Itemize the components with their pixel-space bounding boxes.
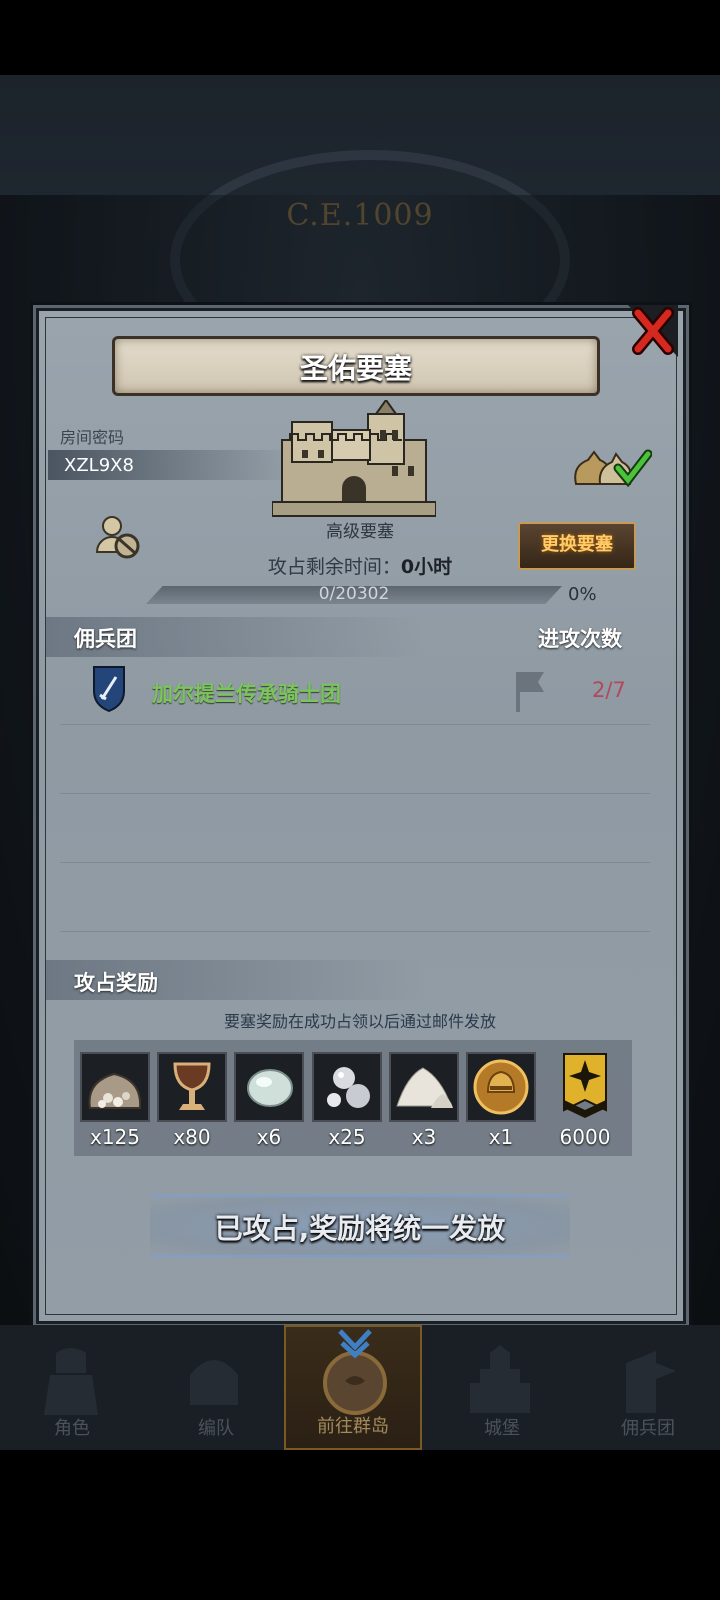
nav-label: 角色 (54, 1418, 90, 1439)
nav-label: 城堡 (484, 1418, 520, 1439)
dialog-title: 圣佑要塞 (299, 352, 412, 385)
nav-item-mercenary[interactable]: 佣兵团 (576, 1325, 720, 1450)
pearls-icon (327, 1067, 370, 1108)
row-divider (60, 724, 650, 725)
knight-helmet-medal-icon (473, 1059, 529, 1115)
nav-item-formation[interactable]: 编队 (144, 1325, 288, 1450)
reward-note: 要塞奖励在成功占领以后通过邮件发放 (223, 1012, 496, 1031)
room-code-value: XZL9X8 (64, 455, 134, 476)
nav-item-islands[interactable]: 前往群岛 (284, 1325, 422, 1450)
capture-progress-text: 0/20302 (318, 584, 390, 604)
reward-header: 攻占奖励 (74, 971, 158, 995)
reward-count: x25 (328, 1125, 366, 1149)
close-button[interactable] (628, 305, 678, 357)
mercenary-name: 加尔提兰传承骑士团 (152, 682, 341, 706)
flag-icon (516, 672, 544, 712)
status-bar (0, 0, 720, 75)
castle-icon (272, 400, 436, 517)
knight-icon (44, 1348, 98, 1415)
powder-pile-icon (396, 1067, 453, 1108)
nav-label: 编队 (198, 1418, 234, 1439)
reward-slot[interactable] (80, 1052, 150, 1122)
claim-status-label: 已攻占,奖励将统一发放 (214, 1212, 506, 1245)
timer-label: 攻占剩余时间： (267, 556, 401, 578)
reward-count: 6000 (559, 1125, 611, 1149)
nav-label: 佣兵团 (621, 1418, 675, 1439)
reward-slot[interactable] (466, 1052, 536, 1122)
row-divider (60, 862, 650, 863)
helmet-squad-icon (190, 1360, 238, 1405)
reward-slot[interactable] (389, 1052, 459, 1122)
nav-item-castle[interactable]: 城堡 (430, 1325, 574, 1450)
reward-slot[interactable] (234, 1052, 304, 1122)
gemstone-icon (247, 1069, 293, 1107)
change-fortress-button[interactable]: 更换要塞 (518, 522, 636, 570)
goblet-icon (173, 1062, 211, 1110)
reward-bags-check-icon[interactable] (572, 444, 652, 490)
attack-count: 2/7 (592, 678, 626, 702)
guild-shield-icon (93, 666, 125, 713)
timer-value: 0小时 (400, 556, 453, 578)
mercenary-header: 佣兵团 (74, 627, 137, 651)
mercenary-banner-icon (626, 1351, 676, 1413)
reward-slot[interactable] (312, 1052, 382, 1122)
compass-globe-icon (323, 1329, 387, 1415)
row-divider (60, 931, 650, 932)
castle-nav-icon (470, 1345, 530, 1413)
reward-count: x6 (256, 1125, 282, 1149)
user-blocked-icon[interactable] (94, 514, 142, 560)
silver-pouch-icon (88, 1072, 142, 1109)
system-nav-area (0, 1450, 720, 1600)
capture-progress-percent: 0% (568, 584, 597, 605)
reward-count: x80 (173, 1125, 211, 1149)
claim-status-button[interactable]: 已攻占,奖励将统一发放 (150, 1195, 570, 1257)
title-plate: 圣佑要塞 (112, 336, 600, 396)
attack-count-header: 进攻次数 (538, 627, 622, 651)
rank-badge-icon (563, 1053, 607, 1118)
reward-count: x3 (411, 1125, 437, 1149)
room-code-label: 房间密码 (60, 428, 125, 447)
reward-count: x125 (89, 1125, 140, 1149)
reward-slot[interactable] (560, 1052, 610, 1126)
reward-count: x1 (488, 1125, 514, 1149)
reward-slot[interactable] (157, 1052, 227, 1122)
nav-item-character[interactable]: 角色 (0, 1325, 144, 1450)
row-divider (60, 793, 650, 794)
close-icon (628, 305, 678, 357)
nav-label: 前往群岛 (317, 1416, 389, 1437)
